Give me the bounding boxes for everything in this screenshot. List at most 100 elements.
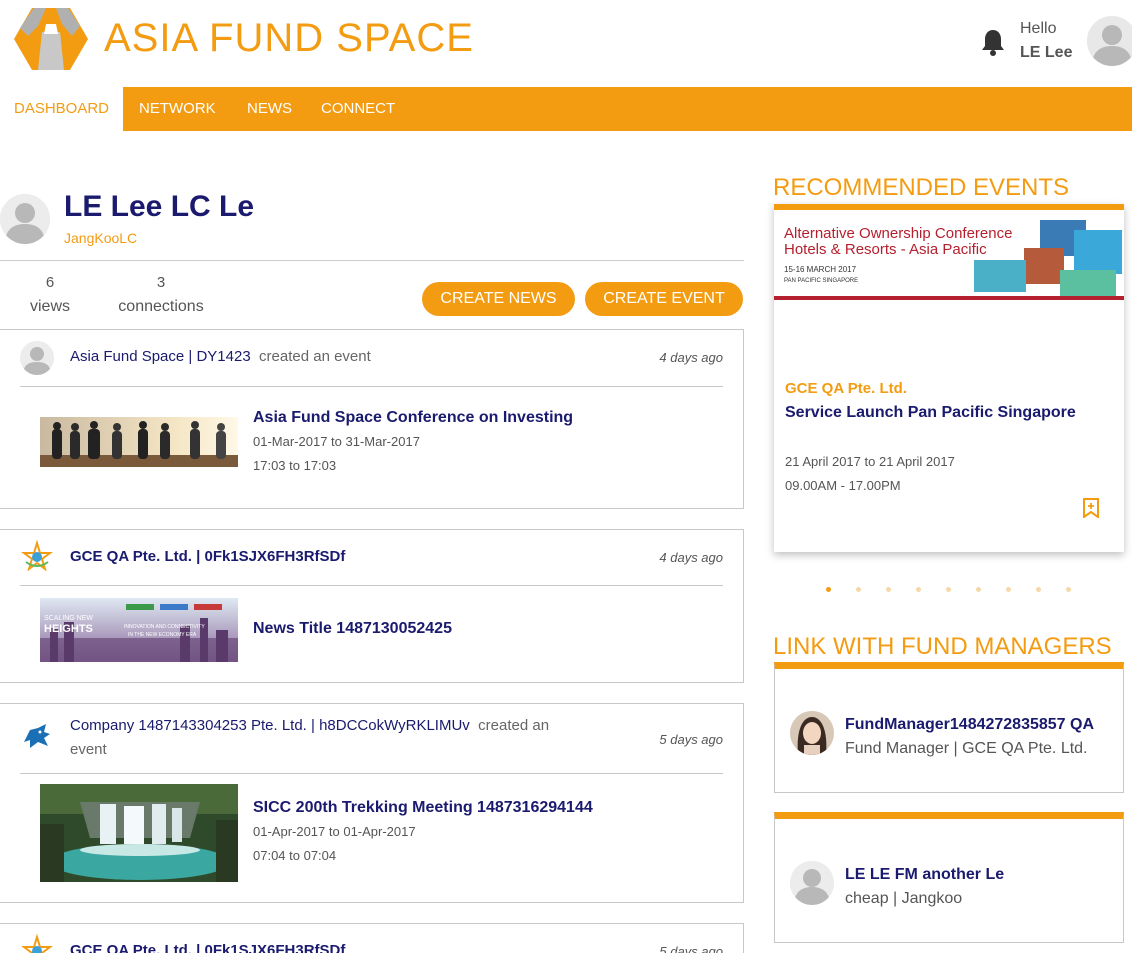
carousel-dot[interactable] xyxy=(916,587,921,592)
feed-author: Asia Fund Space | DY1423 created an even… xyxy=(70,345,371,369)
recommended-events-title: RECOMMENDED EVENTS xyxy=(773,174,1070,201)
image-text: IN THE NEW ECONOMY ERA xyxy=(128,632,197,638)
fund-manager-name[interactable]: LE LE FM another Le xyxy=(845,866,1004,884)
author-link[interactable]: Company 1487143304253 Pte. Ltd. | h8DCCo… xyxy=(70,717,470,734)
user-placeholder-icon xyxy=(790,861,834,905)
carousel-dot[interactable] xyxy=(826,587,831,592)
profile-handle[interactable]: JangKooLC xyxy=(64,230,137,246)
lion-logo-icon xyxy=(20,720,54,754)
event-card[interactable]: Alternative Ownership Conference Hotels … xyxy=(774,204,1124,552)
fund-managers-title: LINK WITH FUND MANAGERS xyxy=(773,633,1112,660)
event-organizer[interactable]: GCE QA Pte. Ltd. xyxy=(785,380,907,397)
carousel-dot[interactable] xyxy=(1006,587,1011,592)
header: ASIA FUND SPACE Hello LE Lee xyxy=(0,0,1132,87)
event-time: 09.00AM - 17.00PM xyxy=(785,478,901,493)
logo-text[interactable]: ASIA FUND SPACE xyxy=(104,16,474,61)
feed-title[interactable]: SICC 200th Trekking Meeting 148731629414… xyxy=(253,799,593,817)
feed-author-continued: event xyxy=(70,738,107,762)
create-news-button[interactable]: CREATE NEWS xyxy=(422,282,575,316)
fund-manager-role: Fund Manager | GCE QA Pte. Ltd. xyxy=(845,740,1088,757)
user-placeholder-icon xyxy=(0,194,50,244)
nav-network[interactable]: NETWORK xyxy=(125,87,230,131)
company-logo[interactable] xyxy=(20,720,54,754)
event-date: 21 April 2017 to 21 April 2017 xyxy=(785,454,955,469)
feed-action-continued: event xyxy=(70,741,107,758)
main-nav: DASHBOARD NETWORK NEWS CONNECT xyxy=(0,87,1132,131)
company-logo[interactable] xyxy=(20,934,54,953)
people-silhouette-image xyxy=(40,417,238,467)
divider xyxy=(20,386,723,387)
author-avatar[interactable] xyxy=(20,341,54,375)
user-placeholder-icon xyxy=(20,341,54,375)
avatar[interactable] xyxy=(1087,16,1132,66)
author-link[interactable]: Asia Fund Space | DY1423 xyxy=(70,348,251,365)
feed-card: GCE QA Pte. Ltd. | 0Fk1SJX6FH3RfSDf 4 da… xyxy=(0,529,744,683)
carousel-dot[interactable] xyxy=(946,587,951,592)
author-link[interactable]: GCE QA Pte. Ltd. | 0Fk1SJX6FH3RfSDf xyxy=(70,942,345,953)
image-text: HEIGHTS xyxy=(44,623,93,635)
fund-manager-name[interactable]: FundManager1484272835857 QA xyxy=(845,716,1094,734)
bell-icon[interactable] xyxy=(980,28,1006,56)
carousel-dot[interactable] xyxy=(856,587,861,592)
woman-photo-icon xyxy=(790,711,834,755)
event-title[interactable]: Service Launch Pan Pacific Singapore xyxy=(785,404,1076,422)
feed-title[interactable]: News Title 1487130052425 xyxy=(253,620,452,638)
feed-author: GCE QA Pte. Ltd. | 0Fk1SJX6FH3RfSDf xyxy=(70,545,345,569)
avatar[interactable] xyxy=(790,711,834,755)
feed-time: 5 days ago xyxy=(659,944,723,953)
feed-time: 4 days ago xyxy=(659,550,723,565)
banner-text: PAN PACIFIC SINGAPORE xyxy=(784,278,858,284)
carousel-dot[interactable] xyxy=(886,587,891,592)
feed-card: Asia Fund Space | DY1423 created an even… xyxy=(0,329,744,509)
user-placeholder-icon xyxy=(1087,16,1132,66)
feed-author: Company 1487143304253 Pte. Ltd. | h8DCCo… xyxy=(70,714,610,738)
event-banner[interactable]: Alternative Ownership Conference Hotels … xyxy=(774,214,1124,300)
banner-text: 15-16 MARCH 2017 xyxy=(784,265,857,274)
fund-manager-card[interactable]: FundManager1484272835857 QA Fund Manager… xyxy=(774,662,1124,793)
feed-time: 4 days ago xyxy=(659,350,723,365)
feed-card: GCE QA Pte. Ltd. | 0Fk1SJX6FH3RfSDf 5 da… xyxy=(0,923,744,953)
event-thumbnail[interactable] xyxy=(40,784,238,882)
feed-author: GCE QA Pte. Ltd. | 0Fk1SJX6FH3RfSDf xyxy=(70,939,345,953)
image-text: SCALING NEW xyxy=(44,615,93,622)
carousel-dot[interactable] xyxy=(976,587,981,592)
feed-card: Company 1487143304253 Pte. Ltd. | h8DCCo… xyxy=(0,703,744,903)
feed-time-range: 07:04 to 07:04 xyxy=(253,848,337,863)
event-thumbnail[interactable] xyxy=(40,417,238,467)
star-logo-icon xyxy=(20,934,54,953)
conference-banner-image: Alternative Ownership Conference Hotels … xyxy=(774,214,1124,300)
waterfall-image xyxy=(40,784,238,882)
nav-connect[interactable]: CONNECT xyxy=(307,87,409,131)
nav-dashboard[interactable]: DASHBOARD xyxy=(0,87,124,131)
profile-avatar[interactable] xyxy=(0,194,50,244)
divider xyxy=(20,773,723,774)
fund-manager-card[interactable]: LE LE FM another Le cheap | Jangkoo xyxy=(774,812,1124,943)
banner-text: Hotels & Resorts - Asia Pacific xyxy=(784,241,987,258)
bookmark-icon[interactable] xyxy=(1082,498,1100,518)
avatar[interactable] xyxy=(790,861,834,905)
create-event-button[interactable]: CREATE EVENT xyxy=(585,282,743,316)
feed-time: 5 days ago xyxy=(659,732,723,747)
divider xyxy=(20,585,723,586)
company-logo[interactable] xyxy=(20,540,54,574)
username-text[interactable]: LE Lee xyxy=(1020,44,1072,62)
carousel-dot[interactable] xyxy=(1066,587,1071,592)
divider xyxy=(0,260,744,261)
feed-date: 01-Apr-2017 to 01-Apr-2017 xyxy=(253,824,416,839)
carousel-dot[interactable] xyxy=(1036,587,1041,592)
logo-icon[interactable] xyxy=(12,6,90,72)
feed-title[interactable]: Asia Fund Space Conference on Investing xyxy=(253,409,573,427)
feed-time-range: 17:03 to 17:03 xyxy=(253,458,337,473)
profile-name: LE Lee LC Le xyxy=(64,190,255,223)
city-skyline-image: SCALING NEW HEIGHTS INNOVATION AND CONNE… xyxy=(40,598,238,662)
star-logo-icon xyxy=(20,540,54,574)
connections-label[interactable]: connections xyxy=(111,298,211,316)
image-text: INNOVATION AND CONNECTIVITY xyxy=(124,624,205,630)
author-link[interactable]: GCE QA Pte. Ltd. | 0Fk1SJX6FH3RfSDf xyxy=(70,548,345,565)
feed-action: created an xyxy=(478,717,550,734)
banner-text: Alternative Ownership Conference xyxy=(784,225,1012,242)
views-label: views xyxy=(29,298,70,315)
connections-count[interactable]: 3 xyxy=(141,274,181,291)
nav-news[interactable]: NEWS xyxy=(233,87,306,131)
news-thumbnail[interactable]: SCALING NEW HEIGHTS INNOVATION AND CONNE… xyxy=(40,598,238,662)
